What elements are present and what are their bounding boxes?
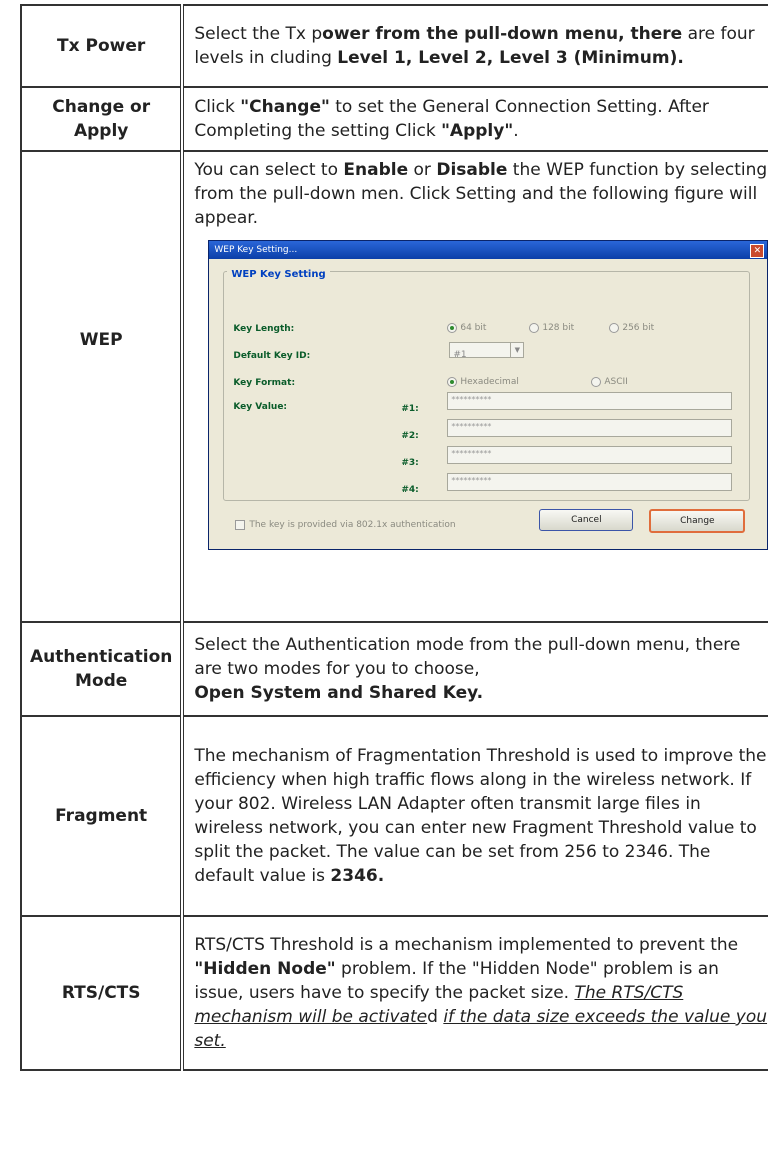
8021x-checkbox[interactable]: The key is provided via 802.1x authentic… <box>235 513 456 537</box>
option-label: 256 bit <box>622 323 655 333</box>
key-id-4: #4: <box>401 485 419 495</box>
select-value: #1 <box>453 350 467 360</box>
chevron-down-icon: ▼ <box>510 343 523 357</box>
key-value-input-2[interactable]: ********** <box>447 419 733 437</box>
radio-icon <box>529 322 540 333</box>
bold-text: "Hidden Node" <box>194 959 336 979</box>
wep-key-setting-dialog: WEP Key Setting... ✕ WEP Key Setting Key… <box>208 240 768 550</box>
key-value-input-1[interactable]: ********** <box>447 392 733 410</box>
text: Select the Authentication mode from the … <box>194 635 741 679</box>
row-label: Change or Apply <box>19 86 185 152</box>
text: The mechanism of Fragmentation Threshold… <box>194 746 767 886</box>
text: RTS/CTS Threshold is a mechanism impleme… <box>194 935 739 955</box>
bold-text: "Apply" <box>441 121 514 141</box>
row-fragment: Fragment The mechanism of Fragmentation … <box>19 715 768 917</box>
key-id-2: #2: <box>401 431 419 441</box>
text: You can select to <box>194 160 344 180</box>
text: Select the Tx p <box>194 24 323 44</box>
close-icon[interactable]: ✕ <box>750 244 765 258</box>
row-description: The mechanism of Fragmentation Threshold… <box>181 715 768 917</box>
bold-text: Disable <box>436 160 508 180</box>
option-label: ASCII <box>604 377 628 387</box>
row-description: Select the Tx power from the pull-down m… <box>181 4 768 88</box>
settings-table: Tx Power Select the Tx power from the pu… <box>19 4 768 1071</box>
row-rts-cts: RTS/CTS RTS/CTS Threshold is a mechanism… <box>19 915 768 1071</box>
row-description: You can select to Enable or Disable the … <box>181 150 768 623</box>
option-label: 64 bit <box>460 323 487 333</box>
row-description: Click "Change" to set the General Connec… <box>181 86 768 152</box>
bold-text: "Change" <box>240 97 330 117</box>
text: Click <box>194 97 241 117</box>
key-value-input-4[interactable]: ********** <box>447 473 733 491</box>
default-key-id-label: Default Key ID: <box>233 351 311 361</box>
key-id-3: #3: <box>401 458 419 468</box>
change-button[interactable]: Change <box>649 509 746 533</box>
key-value-input-3[interactable]: ********** <box>447 446 733 464</box>
radio-ascii[interactable]: ASCII <box>591 370 628 394</box>
radio-64-bit[interactable]: 64 bit <box>447 316 486 340</box>
dialog-title-bar: WEP Key Setting... ✕ <box>209 241 768 259</box>
bold-text: 2346. <box>330 866 385 886</box>
bold-text: Open System and Shared Key. <box>194 683 484 703</box>
cancel-button[interactable]: Cancel <box>539 509 634 531</box>
dialog-title: WEP Key Setting... <box>214 245 298 255</box>
text: or <box>408 160 437 180</box>
key-id-1: #1: <box>401 404 419 414</box>
option-label: 128 bit <box>542 323 575 333</box>
radio-hexadecimal[interactable]: Hexadecimal <box>447 370 519 394</box>
radio-icon <box>447 322 458 333</box>
row-label: WEP <box>19 150 185 623</box>
checkbox-icon <box>235 519 246 530</box>
radio-icon <box>591 376 602 387</box>
option-label: Hexadecimal <box>460 377 519 387</box>
key-value-label: Key Value: <box>233 402 288 412</box>
radio-256-bit[interactable]: 256 bit <box>609 316 654 340</box>
text: . <box>513 121 519 141</box>
key-length-label: Key Length: <box>233 324 295 334</box>
group-title: WEP Key Setting <box>227 263 330 287</box>
default-key-id-select[interactable]: #1 ▼ <box>449 342 525 360</box>
row-label: Fragment <box>19 715 185 917</box>
row-authentication-mode: Authentication Mode Select the Authentic… <box>19 621 768 717</box>
key-format-label: Key Format: <box>233 378 296 388</box>
bold-text: Enable <box>343 160 409 180</box>
row-label: Tx Power <box>19 4 185 88</box>
radio-icon <box>609 322 620 333</box>
text: d <box>427 1007 444 1027</box>
checkbox-label: The key is provided via 802.1x authentic… <box>249 520 456 530</box>
row-label: Authentication Mode <box>19 621 185 717</box>
radio-128-bit[interactable]: 128 bit <box>529 316 574 340</box>
radio-icon <box>447 376 458 387</box>
wep-text: You can select to Enable or Disable the … <box>194 158 768 230</box>
row-wep: WEP You can select to Enable or Disable … <box>19 150 768 623</box>
row-change-apply: Change or Apply Click "Change" to set th… <box>19 86 768 152</box>
bold-text: ower from the pull-down menu, there <box>322 24 683 44</box>
row-description: Select the Authentication mode from the … <box>181 621 768 717</box>
row-description: RTS/CTS Threshold is a mechanism impleme… <box>181 915 768 1071</box>
row-tx-power: Tx Power Select the Tx power from the pu… <box>19 4 768 88</box>
bold-text: Level 1, Level 2, Level 3 (Minimum). <box>337 48 684 68</box>
row-label: RTS/CTS <box>19 915 185 1071</box>
